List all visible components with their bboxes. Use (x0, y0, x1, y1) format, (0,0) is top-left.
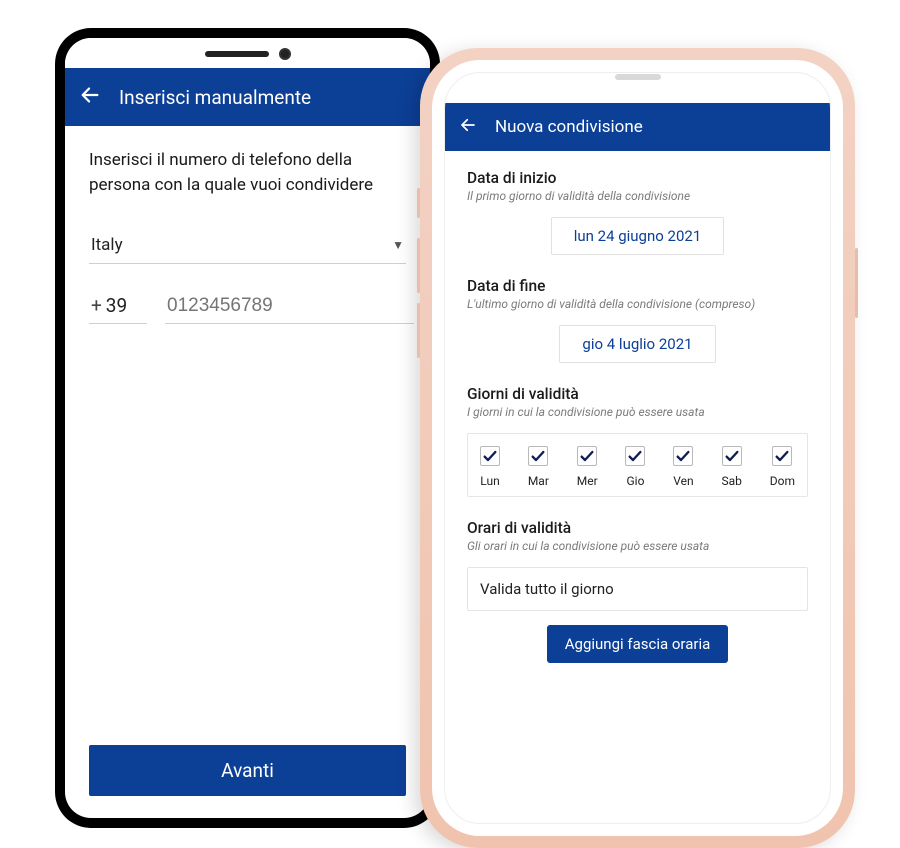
start-date-value: lun 24 giugno 2021 (574, 227, 702, 245)
instruction-text: Inserisci il numero di telefono della pe… (89, 148, 406, 197)
day-checkbox[interactable] (625, 446, 645, 466)
app-bar-title: Inserisci manualmente (119, 86, 311, 109)
day-label: Dom (770, 474, 795, 488)
day-checkbox[interactable] (577, 446, 597, 466)
all-day-chip[interactable]: Valida tutto il giorno (467, 567, 808, 611)
caret-down-icon: ▼ (392, 238, 404, 252)
day-label: Sab (722, 474, 742, 488)
phone-number-input[interactable] (165, 289, 414, 324)
day-label: Ven (673, 474, 693, 488)
start-date-picker[interactable]: lun 24 giugno 2021 (551, 217, 725, 255)
next-button[interactable]: Avanti (89, 745, 406, 796)
day-checkbox[interactable] (480, 446, 500, 466)
day-toggle: Dom (770, 446, 795, 488)
valid-hours-label: Orari di validità (467, 519, 808, 537)
valid-days-label: Giorni di validità (467, 385, 808, 403)
country-select-value: Italy (91, 235, 123, 255)
phone-camera (279, 48, 291, 60)
day-toggle: Ven (673, 446, 693, 488)
valid-days-section: Giorni di validità I giorni in cui la co… (467, 385, 808, 497)
app-bar: Nuova condivisione (445, 103, 830, 151)
end-date-label: Data di fine (467, 277, 808, 295)
phone-speaker (615, 74, 661, 80)
day-toggle: Sab (722, 446, 742, 488)
valid-hours-hint: Gli orari in cui la condivisione può ess… (467, 539, 808, 553)
end-date-picker[interactable]: gio 4 luglio 2021 (559, 325, 715, 363)
valid-hours-section: Orari di validità Gli orari in cui la co… (467, 519, 808, 663)
day-toggle: Mar (528, 446, 549, 488)
day-checkbox[interactable] (772, 446, 792, 466)
back-icon[interactable] (459, 116, 477, 138)
start-date-label: Data di inizio (467, 169, 808, 187)
android-screen: Inserisci manualmente Inserisci il numer… (65, 38, 430, 818)
day-toggle: Mer (577, 446, 598, 488)
day-checkbox[interactable] (528, 446, 548, 466)
valid-days-hint: I giorni in cui la condivisione può esse… (467, 405, 808, 419)
days-row: Lun Mar Mer Gio Ven Sab Dom (467, 433, 808, 497)
all-day-label: Valida tutto il giorno (480, 580, 614, 598)
end-date-section: Data di fine L'ultimo giorno di validità… (467, 277, 808, 363)
iphone-screen: Nuova condivisione Data di inizio Il pri… (444, 72, 831, 824)
day-label: Lun (480, 474, 499, 488)
day-checkbox[interactable] (722, 446, 742, 466)
day-label: Mar (528, 474, 549, 488)
day-toggle: Lun (480, 446, 500, 488)
day-checkbox[interactable] (673, 446, 693, 466)
app-bar: Inserisci manualmente (65, 68, 430, 126)
iphone-frame: Nuova condivisione Data di inizio Il pri… (420, 48, 855, 848)
dial-code-value: 39 (106, 294, 127, 317)
add-time-slot-button[interactable]: Aggiungi fascia oraria (547, 625, 729, 663)
end-date-value: gio 4 luglio 2021 (582, 335, 692, 353)
country-select[interactable]: Italy ▼ (89, 225, 406, 264)
next-button-label: Avanti (221, 759, 274, 782)
add-time-slot-label: Aggiungi fascia oraria (565, 635, 711, 653)
phone-speaker (205, 51, 269, 57)
start-date-section: Data di inizio Il primo giorno di validi… (467, 169, 808, 255)
day-label: Mer (577, 474, 598, 488)
end-date-hint: L'ultimo giorno di validità della condiv… (467, 297, 808, 311)
app-bar-title: Nuova condivisione (495, 117, 643, 137)
plus-sign: + (91, 294, 102, 317)
dial-code-field[interactable]: + 39 (89, 288, 147, 324)
android-phone-frame: Inserisci manualmente Inserisci il numer… (55, 28, 440, 828)
day-label: Gio (627, 474, 645, 488)
start-date-hint: Il primo giorno di validità della condiv… (467, 189, 808, 203)
day-toggle: Gio (625, 446, 645, 488)
back-icon[interactable] (79, 84, 101, 110)
